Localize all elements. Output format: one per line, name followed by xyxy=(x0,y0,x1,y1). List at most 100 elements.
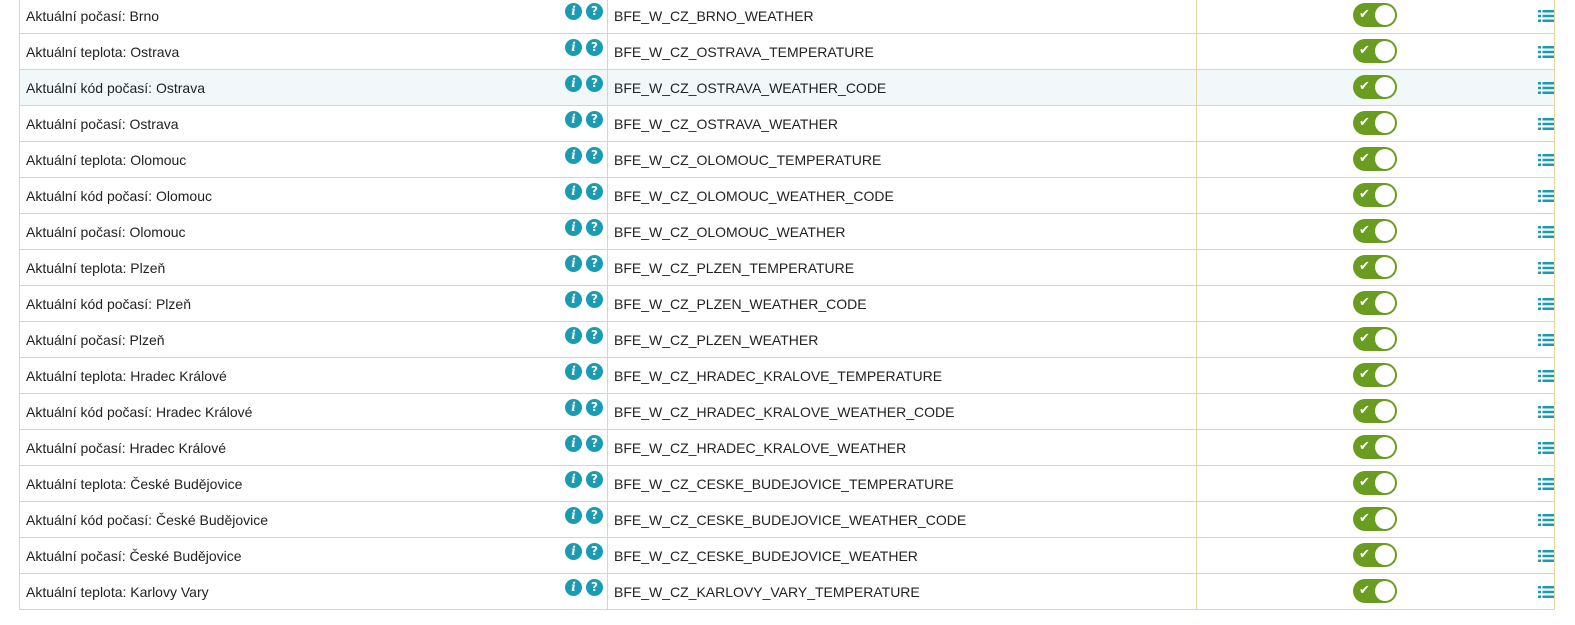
info-icon[interactable]: i xyxy=(565,255,582,272)
info-icon[interactable]: i xyxy=(565,471,582,488)
check-icon: ✔ xyxy=(1359,295,1370,310)
table-row: Aktuální kód počasí: Olomouc i ? BFE_W_C… xyxy=(19,177,1557,214)
enabled-toggle[interactable]: ✔ xyxy=(1353,111,1397,135)
info-icon[interactable]: i xyxy=(565,399,582,416)
help-icon[interactable]: ? xyxy=(586,3,603,20)
code-cell: BFE_W_CZ_OLOMOUC_WEATHER_CODE xyxy=(607,177,1197,214)
help-icon[interactable]: ? xyxy=(586,507,603,524)
list-icon[interactable] xyxy=(1538,549,1554,563)
enabled-toggle[interactable]: ✔ xyxy=(1353,579,1397,603)
help-icon[interactable]: ? xyxy=(586,111,603,128)
variable-name: Aktuální počasí: Olomouc xyxy=(26,223,186,240)
help-icon[interactable]: ? xyxy=(586,75,603,92)
help-icon[interactable]: ? xyxy=(586,219,603,236)
help-icon[interactable]: ? xyxy=(586,327,603,344)
help-icons: i ? xyxy=(565,399,603,416)
info-icon[interactable]: i xyxy=(565,543,582,560)
list-icon[interactable] xyxy=(1538,477,1554,491)
name-cell: Aktuální teplota: Ostrava i ? xyxy=(19,33,608,70)
enabled-toggle[interactable]: ✔ xyxy=(1353,3,1397,27)
list-icon[interactable] xyxy=(1538,45,1554,59)
list-icon[interactable] xyxy=(1538,153,1554,167)
enabled-toggle[interactable]: ✔ xyxy=(1353,471,1397,495)
list-icon[interactable] xyxy=(1538,9,1554,23)
info-icon[interactable]: i xyxy=(565,363,582,380)
help-icon[interactable]: ? xyxy=(586,543,603,560)
help-icon[interactable]: ? xyxy=(586,435,603,452)
variable-name: Aktuální kód počasí: Olomouc xyxy=(26,187,212,204)
code-cell: BFE_W_CZ_HRADEC_KRALOVE_TEMPERATURE xyxy=(607,357,1197,394)
toggle-cell: ✔ xyxy=(1196,177,1555,214)
help-icon[interactable]: ? xyxy=(586,579,603,596)
toggle-cell: ✔ xyxy=(1196,501,1555,538)
variable-code: BFE_W_CZ_OLOMOUC_WEATHER xyxy=(614,223,846,240)
help-icon[interactable]: ? xyxy=(586,399,603,416)
enabled-toggle[interactable]: ✔ xyxy=(1353,255,1397,279)
enabled-toggle[interactable]: ✔ xyxy=(1353,183,1397,207)
table-row: Aktuální kód počasí: Plzeň i ? BFE_W_CZ_… xyxy=(19,285,1557,322)
name-cell: Aktuální počasí: Olomouc i ? xyxy=(19,213,608,250)
info-icon[interactable]: i xyxy=(565,435,582,452)
enabled-toggle[interactable]: ✔ xyxy=(1353,435,1397,459)
variable-name: Aktuální počasí: České Budějovice xyxy=(26,547,242,564)
info-icon[interactable]: i xyxy=(565,111,582,128)
list-icon[interactable] xyxy=(1538,405,1554,419)
list-icon[interactable] xyxy=(1538,81,1554,95)
help-icon[interactable]: ? xyxy=(586,255,603,272)
list-icon[interactable] xyxy=(1538,117,1554,131)
toggle-knob xyxy=(1375,329,1395,349)
check-icon: ✔ xyxy=(1359,79,1370,94)
list-icon[interactable] xyxy=(1538,189,1554,203)
help-icons: i ? xyxy=(565,3,603,20)
help-icon[interactable]: ? xyxy=(586,39,603,56)
toggle-knob xyxy=(1375,545,1395,565)
info-icon[interactable]: i xyxy=(565,291,582,308)
toggle-cell: ✔ xyxy=(1196,393,1555,430)
enabled-toggle[interactable]: ✔ xyxy=(1353,291,1397,315)
info-icon[interactable]: i xyxy=(565,183,582,200)
toggle-cell: ✔ xyxy=(1196,105,1555,142)
info-icon[interactable]: i xyxy=(565,3,582,20)
list-icon[interactable] xyxy=(1538,333,1554,347)
help-icon[interactable]: ? xyxy=(586,183,603,200)
help-icons: i ? xyxy=(565,219,603,236)
list-icon[interactable] xyxy=(1538,261,1554,275)
help-icon[interactable]: ? xyxy=(586,471,603,488)
list-icon[interactable] xyxy=(1538,513,1554,527)
check-icon: ✔ xyxy=(1359,187,1370,202)
list-icon[interactable] xyxy=(1538,297,1554,311)
code-cell: BFE_W_CZ_OSTRAVA_WEATHER xyxy=(607,105,1197,142)
list-icon[interactable] xyxy=(1538,585,1554,599)
info-icon[interactable]: i xyxy=(565,579,582,596)
toggle-knob xyxy=(1375,185,1395,205)
check-icon: ✔ xyxy=(1359,475,1370,490)
list-icon[interactable] xyxy=(1538,441,1554,455)
enabled-toggle[interactable]: ✔ xyxy=(1353,39,1397,63)
enabled-toggle[interactable]: ✔ xyxy=(1353,543,1397,567)
help-icon[interactable]: ? xyxy=(586,291,603,308)
help-icon[interactable]: ? xyxy=(586,147,603,164)
info-icon[interactable]: i xyxy=(565,147,582,164)
check-icon: ✔ xyxy=(1359,331,1370,346)
enabled-toggle[interactable]: ✔ xyxy=(1353,507,1397,531)
enabled-toggle[interactable]: ✔ xyxy=(1353,75,1397,99)
info-icon[interactable]: i xyxy=(565,327,582,344)
variable-name: Aktuální kód počasí: Ostrava xyxy=(26,79,205,96)
help-icons: i ? xyxy=(565,543,603,560)
code-cell: BFE_W_CZ_HRADEC_KRALOVE_WEATHER xyxy=(607,429,1197,466)
info-icon[interactable]: i xyxy=(565,219,582,236)
help-icons: i ? xyxy=(565,75,603,92)
list-icon[interactable] xyxy=(1538,369,1554,383)
info-icon[interactable]: i xyxy=(565,75,582,92)
name-cell: Aktuální kód počasí: Hradec Králové i ? xyxy=(19,393,608,430)
enabled-toggle[interactable]: ✔ xyxy=(1353,327,1397,351)
name-cell: Aktuální teplota: Plzeň i ? xyxy=(19,249,608,286)
help-icon[interactable]: ? xyxy=(586,363,603,380)
enabled-toggle[interactable]: ✔ xyxy=(1353,399,1397,423)
list-icon[interactable] xyxy=(1538,225,1554,239)
info-icon[interactable]: i xyxy=(565,507,582,524)
info-icon[interactable]: i xyxy=(565,39,582,56)
enabled-toggle[interactable]: ✔ xyxy=(1353,363,1397,387)
enabled-toggle[interactable]: ✔ xyxy=(1353,219,1397,243)
enabled-toggle[interactable]: ✔ xyxy=(1353,147,1397,171)
